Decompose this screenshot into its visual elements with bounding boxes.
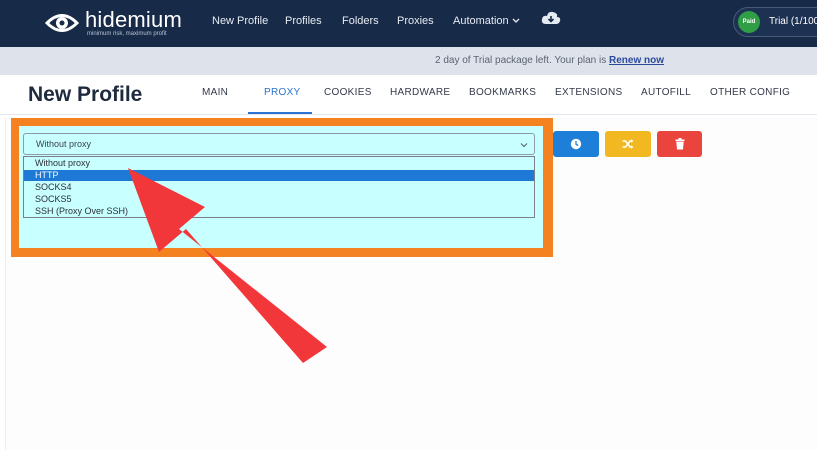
cloud-download-icon[interactable] bbox=[541, 10, 561, 27]
nav-profiles[interactable]: Profiles bbox=[285, 15, 322, 27]
chevron-down-icon bbox=[520, 143, 528, 148]
brand-tagline: minimum risk, maximum profit bbox=[87, 31, 167, 37]
eye-logo-icon bbox=[45, 14, 79, 32]
shuffle-icon bbox=[622, 139, 634, 149]
brand-name: hidemium bbox=[85, 7, 182, 32]
tab-autofill[interactable]: AUTOFILL bbox=[641, 87, 691, 98]
trash-icon bbox=[675, 138, 684, 150]
tab-hardware[interactable]: HARDWARE bbox=[390, 87, 450, 98]
option-http[interactable]: HTTP bbox=[24, 170, 534, 181]
random-proxy-button[interactable] bbox=[605, 131, 651, 157]
brand-logo[interactable]: hidemium minimum risk, maximum profit bbox=[45, 7, 185, 40]
proxy-type-select[interactable]: Without proxy bbox=[23, 133, 535, 155]
option-socks5[interactable]: SOCKS5 bbox=[24, 194, 534, 205]
proxy-select-value: Without proxy bbox=[36, 139, 92, 149]
option-ssh[interactable]: SSH (Proxy Over SSH) bbox=[24, 206, 534, 217]
tab-proxy[interactable]: PROXY bbox=[264, 87, 301, 98]
check-proxy-button[interactable] bbox=[553, 131, 599, 157]
clock-icon bbox=[570, 138, 582, 150]
page-title: New Profile bbox=[28, 83, 143, 106]
paid-badge: Paid bbox=[738, 11, 760, 33]
nav-automation[interactable]: Automation bbox=[453, 15, 509, 27]
tab-main[interactable]: MAIN bbox=[202, 87, 228, 98]
tab-extensions[interactable]: EXTENSIONS bbox=[555, 87, 622, 98]
chevron-down-icon[interactable] bbox=[511, 17, 521, 25]
option-without-proxy[interactable]: Without proxy bbox=[24, 158, 534, 169]
nav-folders[interactable]: Folders bbox=[342, 15, 379, 27]
proxy-type-dropdown: Without proxy HTTP SOCKS4 SOCKS5 SSH (Pr… bbox=[23, 156, 535, 218]
tab-other-config[interactable]: OTHER CONFIG bbox=[710, 87, 790, 98]
account-plan-pill[interactable]: Paid Trial (1/100 bbox=[733, 7, 817, 37]
top-navbar: hidemium minimum risk, maximum profit Ne… bbox=[0, 0, 817, 47]
renew-now-link[interactable]: Renew now bbox=[609, 55, 664, 66]
nav-new-profile[interactable]: New Profile bbox=[212, 15, 268, 27]
tab-bookmarks[interactable]: BOOKMARKS bbox=[469, 87, 536, 98]
plan-label: Trial (1/100 bbox=[769, 16, 817, 27]
tab-cookies[interactable]: COOKIES bbox=[324, 87, 372, 98]
option-socks4[interactable]: SOCKS4 bbox=[24, 182, 534, 193]
trial-notice-text: 2 day of Trial package left. Your plan i… bbox=[435, 55, 665, 66]
nav-proxies[interactable]: Proxies bbox=[397, 15, 434, 27]
delete-proxy-button[interactable] bbox=[657, 131, 702, 157]
header-divider bbox=[0, 114, 817, 115]
trial-notice-bar: 2 day of Trial package left. Your plan i… bbox=[0, 47, 817, 75]
